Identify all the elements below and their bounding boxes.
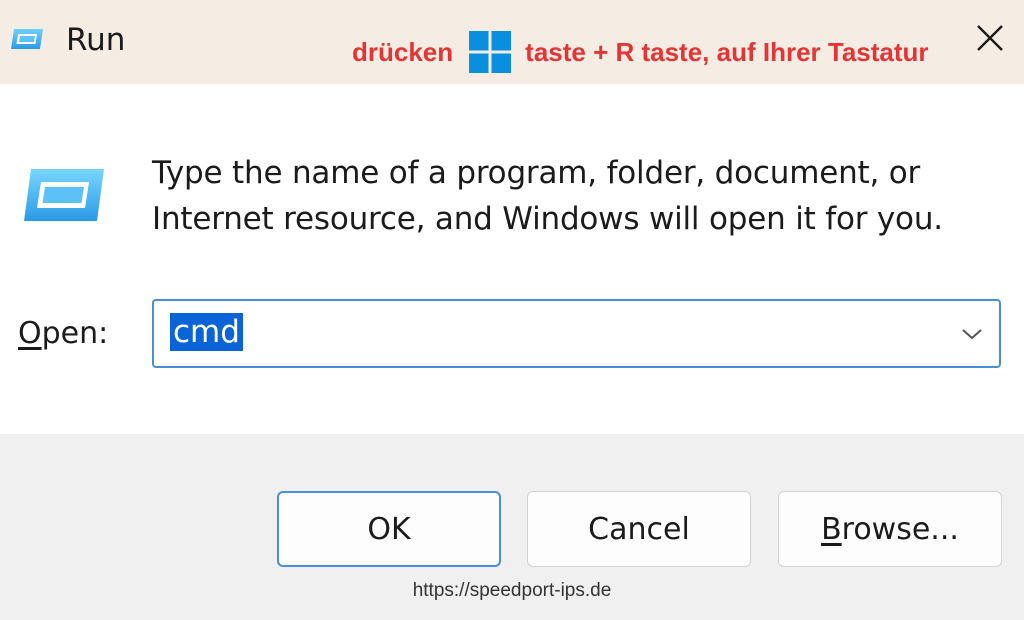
hint-text-after: taste + R taste, auf Ihrer Tastatur	[525, 36, 929, 67]
dialog-content: Type the name of a program, folder, docu…	[0, 84, 1024, 434]
cancel-button[interactable]: Cancel	[527, 491, 751, 567]
ok-button[interactable]: OK	[277, 491, 501, 567]
open-label-text: pen:	[41, 316, 109, 351]
window-title: Run	[66, 22, 126, 58]
windows-logo-icon	[469, 31, 512, 73]
open-label-mnemonic: O	[18, 316, 42, 351]
chevron-down-icon[interactable]	[959, 323, 985, 345]
watermark-url: https://speedport-ips.de	[412, 580, 612, 601]
browse-mnemonic: B	[821, 511, 842, 547]
close-icon	[975, 23, 1005, 57]
run-icon	[10, 28, 44, 50]
run-icon	[22, 167, 106, 223]
browse-button[interactable]: Browse...	[778, 491, 1002, 567]
open-combobox[interactable]: cmd	[152, 299, 1001, 368]
title-bar: Run drücken taste + R taste, auf Ihrer T…	[0, 0, 1024, 84]
dialog-description: Type the name of a program, folder, docu…	[152, 155, 943, 237]
browse-label: rowse...	[841, 511, 959, 547]
keyboard-shortcut-hint: drücken taste + R taste, auf Ihrer Tasta…	[352, 30, 929, 74]
hint-text-before: drücken	[352, 36, 454, 67]
open-label: Open:	[18, 314, 108, 354]
open-input[interactable]: cmd	[170, 313, 243, 351]
close-button[interactable]	[962, 12, 1018, 68]
